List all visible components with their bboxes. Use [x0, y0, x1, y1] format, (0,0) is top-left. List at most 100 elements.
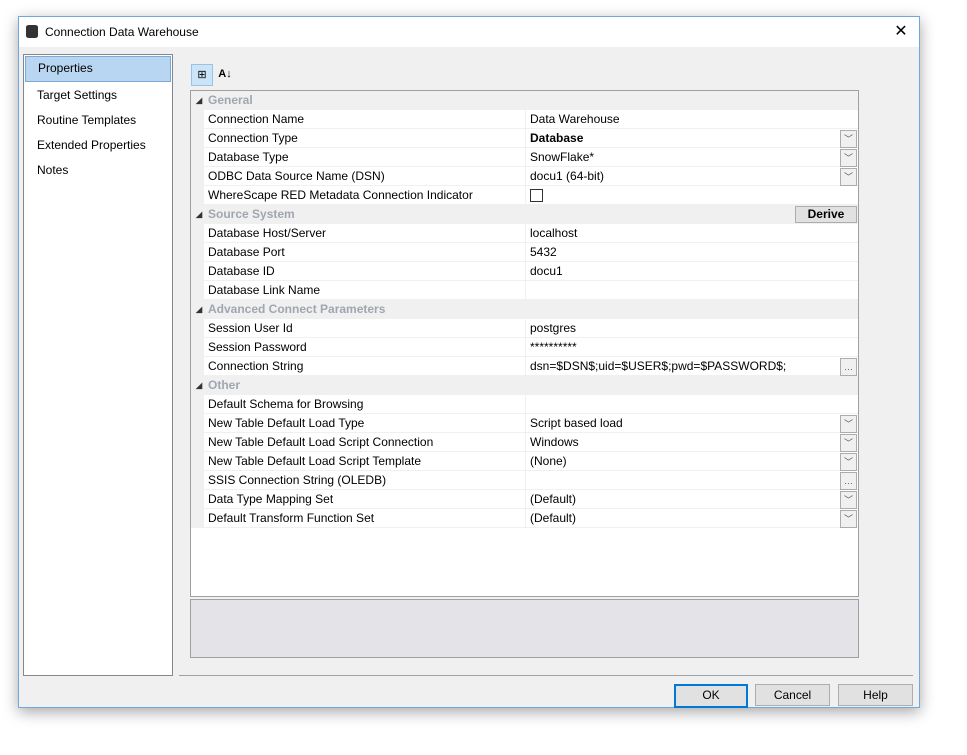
property-label[interactable]: Connection Type: [204, 129, 528, 148]
property-label[interactable]: Data Type Mapping Set: [204, 490, 528, 509]
row-gutter: [191, 281, 204, 300]
property-label[interactable]: Database ID: [204, 262, 528, 281]
property-label[interactable]: Default Schema for Browsing: [204, 395, 528, 414]
nav-list: Properties Target Settings Routine Templat…: [23, 54, 173, 676]
category-label: Advanced Connect Parameters: [208, 302, 386, 316]
nav-item-target-settings[interactable]: Target Settings: [25, 83, 171, 107]
collapse-icon[interactable]: ◢: [196, 205, 202, 224]
help-button[interactable]: Help: [838, 684, 913, 706]
property-label[interactable]: Session Password: [204, 338, 528, 357]
property-value-cell[interactable]: [525, 186, 858, 205]
property-row: Connection String dsn=$DSN$;uid=$USER$;pw…: [191, 357, 858, 376]
chevron-down-icon[interactable]: ﹀: [840, 453, 857, 471]
property-label[interactable]: Session User Id: [204, 319, 528, 338]
property-row: Database Type SnowFlake* ﹀: [191, 148, 858, 167]
property-value-cell[interactable]: docu1 (64-bit) ﹀: [525, 167, 858, 186]
property-value-cell[interactable]: Database ﹀: [525, 129, 858, 148]
property-value[interactable]: 5432: [530, 245, 557, 259]
collapse-icon[interactable]: ◢: [196, 376, 202, 395]
cancel-button[interactable]: Cancel: [755, 684, 830, 706]
nav-item-properties[interactable]: Properties: [25, 56, 171, 82]
property-value[interactable]: **********: [530, 340, 577, 354]
chevron-down-icon[interactable]: ﹀: [840, 434, 857, 452]
property-value[interactable]: docu1: [530, 264, 563, 278]
property-value-cell[interactable]: [525, 281, 858, 300]
alphabetical-sort-button[interactable]: A↓: [215, 64, 235, 84]
property-value[interactable]: (Default): [530, 511, 576, 525]
chevron-down-icon[interactable]: ﹀: [840, 130, 857, 148]
property-value[interactable]: dsn=$DSN$;uid=$USER$;pwd=$PASSWORD$;: [530, 359, 786, 373]
property-label[interactable]: SSIS Connection String (OLEDB): [204, 471, 528, 490]
close-button[interactable]: ✕: [891, 21, 911, 41]
categorized-view-button[interactable]: ⊞: [191, 64, 213, 86]
property-value-cell[interactable]: SnowFlake* ﹀: [525, 148, 858, 167]
collapse-icon[interactable]: ◢: [196, 300, 202, 319]
property-row: Session User Id postgres: [191, 319, 858, 338]
property-value-cell[interactable]: Data Warehouse: [525, 110, 858, 129]
nav-item-notes[interactable]: Notes: [25, 158, 171, 182]
chevron-down-icon[interactable]: ﹀: [840, 415, 857, 433]
collapse-icon[interactable]: ◢: [196, 91, 202, 110]
property-value-cell[interactable]: dsn=$DSN$;uid=$USER$;pwd=$PASSWORD$; …: [525, 357, 858, 376]
property-grid: ◢ General Connection Name Data Warehouse Con…: [190, 90, 859, 597]
property-value[interactable]: Database: [530, 131, 583, 145]
property-row: ODBC Data Source Name (DSN) docu1 (64-bit…: [191, 167, 858, 186]
derive-button[interactable]: Derive: [795, 206, 857, 223]
property-row: Connection Type Database ﹀: [191, 129, 858, 148]
chevron-down-icon[interactable]: ﹀: [840, 149, 857, 167]
property-value-cell[interactable]: postgres: [525, 319, 858, 338]
row-gutter: [191, 262, 204, 281]
property-value[interactable]: Script based load: [530, 416, 623, 430]
property-label[interactable]: Database Port: [204, 243, 528, 262]
chevron-down-icon[interactable]: ﹀: [840, 510, 857, 528]
window-title: Connection Data Warehouse: [45, 25, 199, 39]
property-value-cell[interactable]: (Default) ﹀: [525, 509, 858, 528]
property-label[interactable]: Database Host/Server: [204, 224, 528, 243]
property-row: New Table Default Load Type Script based …: [191, 414, 858, 433]
description-panel: [190, 599, 859, 658]
property-value-cell[interactable]: [525, 395, 858, 414]
row-gutter: [191, 414, 204, 433]
row-gutter: [191, 186, 204, 205]
property-row: SSIS Connection String (OLEDB) …: [191, 471, 858, 490]
property-value[interactable]: (None): [530, 454, 567, 468]
property-label[interactable]: New Table Default Load Script Connection: [204, 433, 528, 452]
ellipsis-button[interactable]: …: [840, 472, 857, 490]
property-value-cell[interactable]: …: [525, 471, 858, 490]
row-gutter: [191, 224, 204, 243]
property-value-cell[interactable]: docu1: [525, 262, 858, 281]
property-value[interactable]: SnowFlake*: [530, 150, 594, 164]
property-value[interactable]: postgres: [530, 321, 576, 335]
nav-item-extended-properties[interactable]: Extended Properties: [25, 133, 171, 157]
property-value-cell[interactable]: **********: [525, 338, 858, 357]
property-value[interactable]: (Default): [530, 492, 576, 506]
property-value[interactable]: Data Warehouse: [530, 112, 620, 126]
property-value[interactable]: Windows: [530, 435, 579, 449]
property-value-cell[interactable]: 5432: [525, 243, 858, 262]
property-label[interactable]: Default Transform Function Set: [204, 509, 528, 528]
metadata-indicator-checkbox[interactable]: [530, 189, 543, 202]
property-label[interactable]: ODBC Data Source Name (DSN): [204, 167, 528, 186]
property-value-cell[interactable]: Script based load ﹀: [525, 414, 858, 433]
property-row: Database Port 5432: [191, 243, 858, 262]
property-value-cell[interactable]: Windows ﹀: [525, 433, 858, 452]
property-value[interactable]: localhost: [530, 226, 577, 240]
row-gutter: [191, 110, 204, 129]
property-label[interactable]: Database Link Name: [204, 281, 528, 300]
property-label[interactable]: New Table Default Load Script Template: [204, 452, 528, 471]
ellipsis-button[interactable]: …: [840, 358, 857, 376]
ok-button[interactable]: OK: [674, 684, 748, 708]
property-value-cell[interactable]: localhost: [525, 224, 858, 243]
property-value-cell[interactable]: (Default) ﹀: [525, 490, 858, 509]
row-gutter: [191, 490, 204, 509]
property-label[interactable]: Connection Name: [204, 110, 528, 129]
property-label[interactable]: WhereScape RED Metadata Connection Indic…: [204, 186, 528, 205]
chevron-down-icon[interactable]: ﹀: [840, 168, 857, 186]
property-label[interactable]: New Table Default Load Type: [204, 414, 528, 433]
property-label[interactable]: Database Type: [204, 148, 528, 167]
property-value-cell[interactable]: (None) ﹀: [525, 452, 858, 471]
nav-item-routine-templates[interactable]: Routine Templates: [25, 108, 171, 132]
property-label[interactable]: Connection String: [204, 357, 528, 376]
chevron-down-icon[interactable]: ﹀: [840, 491, 857, 509]
property-value[interactable]: docu1 (64-bit): [530, 169, 604, 183]
